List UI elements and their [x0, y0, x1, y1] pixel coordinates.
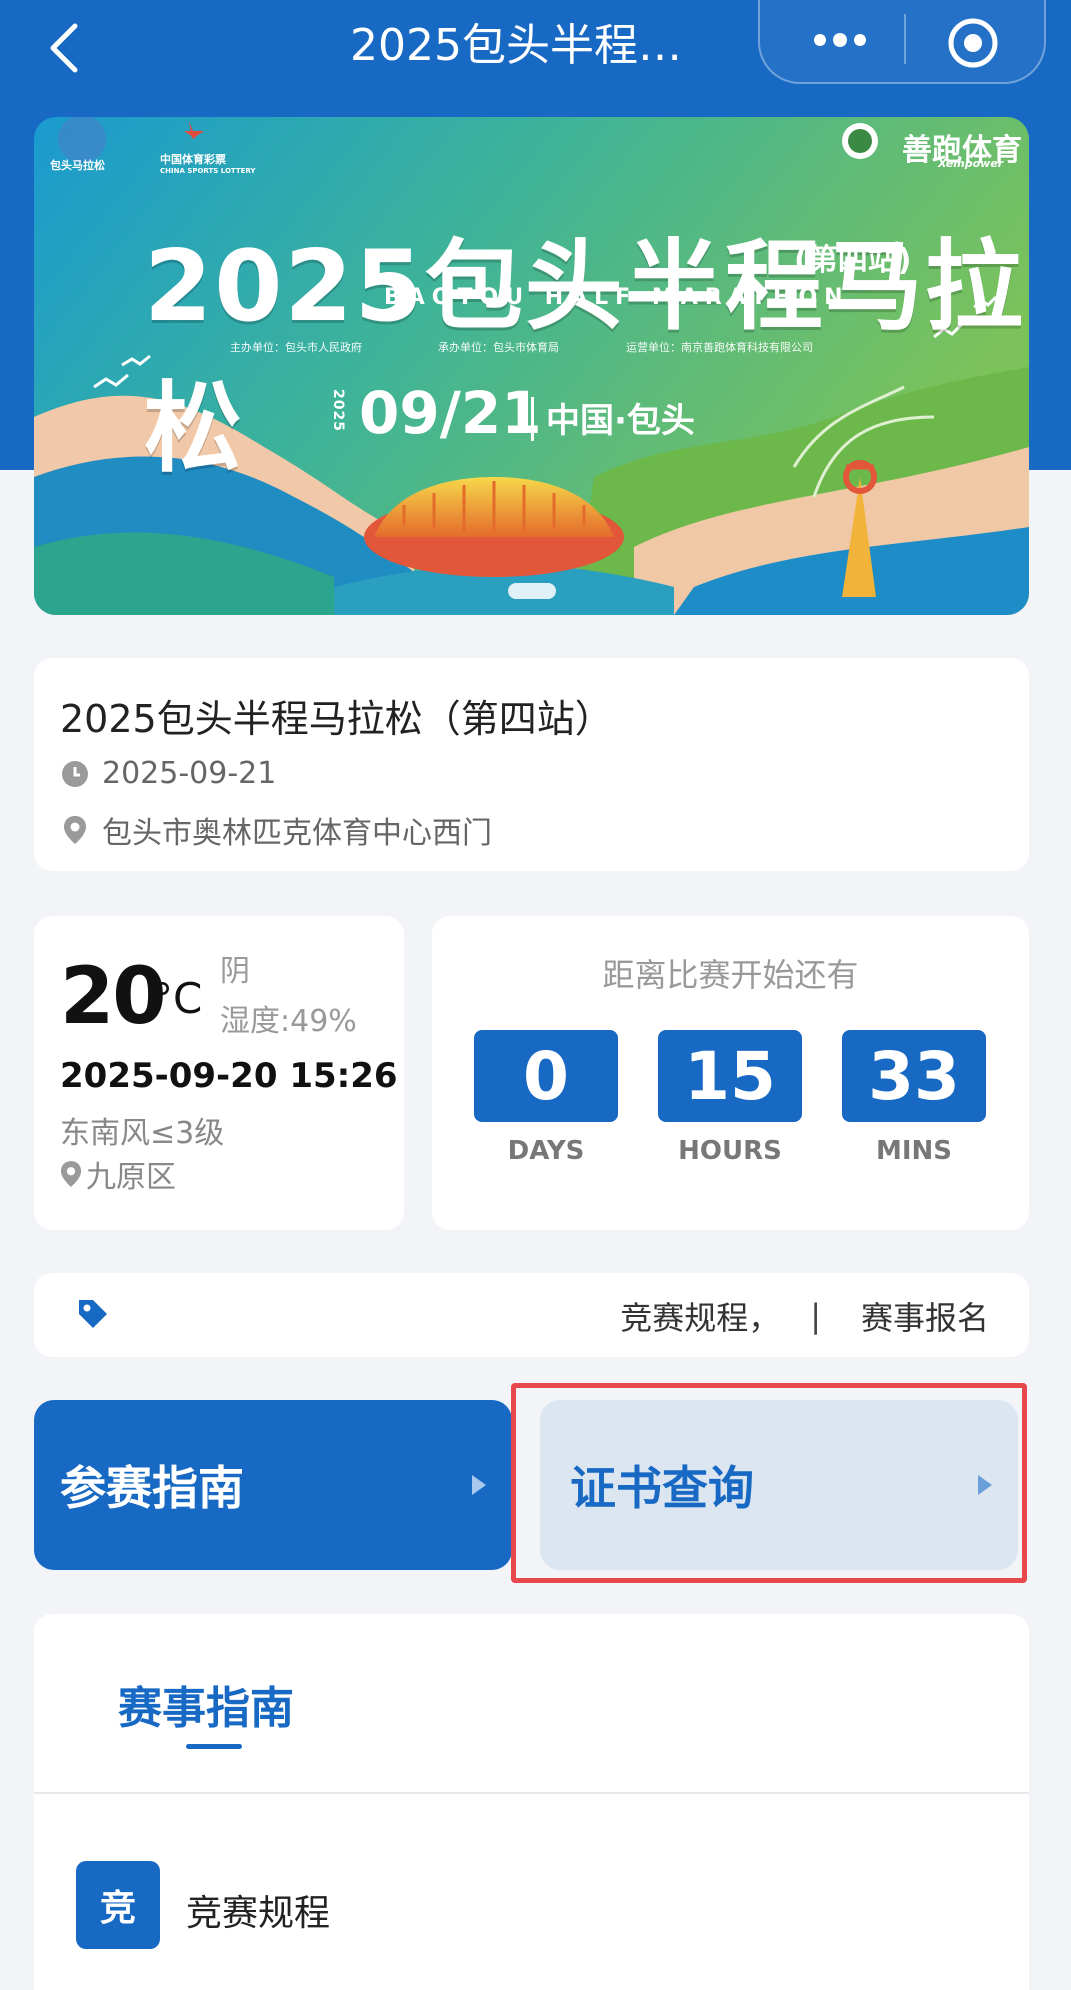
weather-district-row: 九原区 — [60, 1152, 176, 1196]
banner-operator: 运营单位：南京善跑体育科技有限公司 — [626, 341, 813, 354]
temperature-value: 20 — [60, 952, 167, 1042]
clock-icon — [60, 759, 90, 789]
list-item-competition-rules[interactable]: 竞赛规程 — [186, 1884, 330, 1936]
more-dots-icon — [814, 33, 866, 47]
triangle-right-icon — [472, 1475, 486, 1495]
banner-logo-baotou-marathon: 包头马拉松 — [50, 159, 105, 172]
countdown-hours: 15 — [658, 1030, 802, 1122]
countdown-mins: 33 — [842, 1030, 986, 1122]
link-competition-rules[interactable]: 竞赛规程， — [620, 1293, 780, 1339]
quick-links: 竞赛规程， | 赛事报名 — [620, 1293, 989, 1339]
highlight-box — [511, 1383, 1027, 1583]
more-button[interactable] — [790, 10, 890, 70]
event-name: 2025包头半程马拉松（第四站） — [60, 697, 613, 741]
wind: 东南风≤3级 — [60, 1116, 225, 1151]
event-location: 包头市奥林匹克体育中心西门 — [102, 816, 492, 851]
banner-separator — [531, 397, 534, 441]
banner-date: 09/21 — [359, 379, 542, 447]
tag-icon — [76, 1297, 110, 1331]
countdown-card: 距离比赛开始还有 0 15 33 DAYS HOURS MINS — [432, 916, 1029, 1230]
tab-event-guide[interactable]: 赛事指南 — [118, 1672, 294, 1736]
banner-subtitle: BAOTOU HALF MARATHON — [384, 285, 850, 310]
page-title: 2025包头半程… — [350, 20, 682, 71]
weather-datetime: 2025-09-20 15:26 — [60, 1056, 398, 1096]
banner-place: 中国·包头 — [546, 401, 695, 441]
banner-logo-xempower-en: Xempower — [938, 157, 1004, 170]
event-info-card: 2025包头半程马拉松（第四站） 2025-09-21 包头市奥林匹克体育中心西… — [34, 658, 1029, 871]
event-location-row: 包头市奥林匹克体育中心西门 — [60, 808, 492, 852]
temperature-unit: °C — [152, 974, 203, 1023]
countdown-days-label: DAYS — [507, 1136, 585, 1166]
weather-district: 九原区 — [86, 1160, 176, 1195]
banner-organizer: 主办单位：包头市人民政府 — [230, 341, 362, 354]
participant-guide-label: 参赛指南 — [60, 1461, 244, 1515]
banner-station: (第四站) — [794, 243, 912, 278]
link-registration[interactable]: 赛事报名 — [861, 1293, 989, 1339]
location-pin-icon — [60, 1160, 82, 1188]
page: 2025包头半程… 包头马拉松 中国体育彩票 CHINA SPORTS LOTT… — [0, 0, 1071, 1990]
tab-active-indicator — [186, 1744, 242, 1749]
event-banner[interactable]: 包头马拉松 中国体育彩票 CHINA SPORTS LOTTERY 善跑体育 X… — [34, 117, 1029, 615]
banner-logo-sports-lottery-en: CHINA SPORTS LOTTERY — [160, 167, 256, 175]
weather-card: 20 °C 阴 湿度:49% 2025-09-20 15:26 东南风≤3级 九… — [34, 916, 404, 1230]
event-guide-section: 赛事指南 竞 竞赛规程 — [34, 1614, 1029, 1990]
section-divider — [34, 1792, 1029, 1794]
event-date: 2025-09-21 — [102, 756, 277, 791]
chevron-left-icon — [50, 23, 78, 73]
banner-year: 2025 — [330, 389, 346, 432]
location-pin-icon — [60, 815, 90, 845]
weather-condition: 阴 — [220, 954, 250, 989]
target-close-icon — [948, 18, 998, 68]
countdown-mins-label: MINS — [875, 1136, 953, 1166]
countdown-title: 距离比赛开始还有 — [602, 956, 859, 994]
banner-logo-sports-lottery: 中国体育彩票 — [160, 153, 226, 166]
carousel-indicator — [508, 583, 556, 599]
countdown-hours-label: HOURS — [678, 1136, 782, 1166]
list-item-badge: 竞 — [76, 1861, 160, 1949]
banner-undertaker: 承办单位：包头市体育局 — [438, 341, 559, 354]
capsule-divider — [904, 14, 906, 64]
countdown-days: 0 — [474, 1030, 618, 1122]
mini-program-capsule — [758, 0, 1046, 84]
participant-guide-button[interactable]: 参赛指南 — [34, 1400, 512, 1570]
back-button[interactable] — [34, 18, 94, 78]
quick-links-card: 竞赛规程， | 赛事报名 — [34, 1273, 1029, 1357]
link-separator: | — [810, 1297, 821, 1335]
event-date-row: 2025-09-21 — [60, 756, 276, 791]
close-button[interactable] — [938, 8, 1008, 78]
humidity: 湿度:49% — [220, 1004, 357, 1039]
